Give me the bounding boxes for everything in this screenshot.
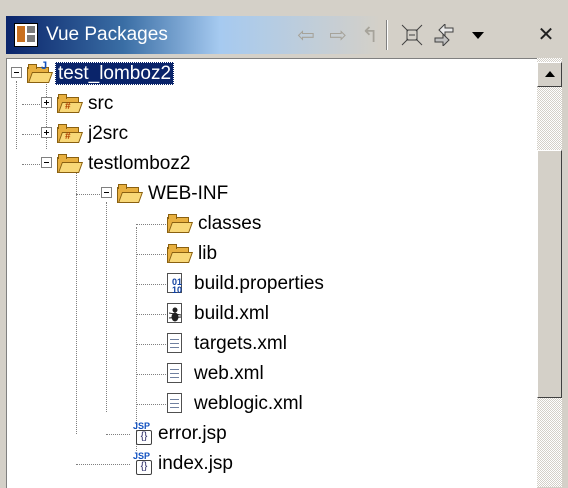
folder-icon: [167, 243, 194, 265]
scroll-up-button[interactable]: [537, 62, 562, 87]
scroll-thumb[interactable]: [537, 150, 562, 398]
tree-item-label: index.jsp: [158, 453, 233, 474]
packages-view-icon: [14, 23, 38, 47]
tree-item-testlomboz2[interactable]: testlomboz2: [7, 149, 537, 179]
tree-item-project[interactable]: J test_lomboz2: [7, 59, 537, 89]
tree-item-web-inf[interactable]: WEB-INF: [7, 179, 537, 209]
tree-item-label: error.jsp: [158, 423, 227, 444]
tree-item-error-jsp[interactable]: JSP{} error.jsp: [7, 419, 537, 449]
tree-item-label: classes: [198, 213, 262, 234]
tree-item-targets-xml[interactable]: targets.xml: [7, 329, 537, 359]
tree-item-label: build.properties: [194, 273, 324, 294]
package-tree[interactable]: J test_lomboz2 # src # j2src testlomboz2…: [6, 58, 537, 488]
back-arrow-icon[interactable]: ⇦: [292, 20, 320, 50]
view-title: Vue Packages: [46, 24, 168, 45]
jsp-file-icon: JSP{}: [131, 451, 155, 475]
properties-file-icon: 01 10: [163, 273, 187, 295]
tree-item-index-jsp[interactable]: JSP{} index.jsp: [7, 449, 537, 479]
tree-item-label: build.xml: [194, 303, 269, 324]
folder-icon: [117, 183, 144, 205]
vertical-scrollbar[interactable]: [537, 58, 562, 487]
tree-item-classes[interactable]: classes: [7, 209, 537, 239]
xml-file-icon: [163, 363, 187, 385]
collapse-toggle[interactable]: [41, 157, 52, 168]
tree-item-src[interactable]: # src: [7, 89, 537, 119]
tree-item-build-properties[interactable]: 01 10 build.properties: [7, 269, 537, 299]
view-title-bar: Vue Packages ⇦ ⇨ ↰ ✕: [6, 16, 562, 54]
tree-item-label: WEB-INF: [148, 183, 229, 204]
source-folder-icon: #: [57, 93, 84, 115]
tree-item-j2src[interactable]: # j2src: [7, 119, 537, 149]
tree-item-label: weblogic.xml: [194, 393, 303, 414]
expand-toggle[interactable]: [41, 97, 52, 108]
tree-item-label: j2src: [88, 123, 129, 144]
up-arrow-icon[interactable]: ↰: [356, 20, 384, 50]
tree-item-label: targets.xml: [194, 333, 287, 354]
folder-icon: [57, 153, 84, 175]
close-icon[interactable]: ✕: [532, 20, 560, 50]
tree-item-label: lib: [198, 243, 218, 264]
tree-item-label: testlomboz2: [88, 153, 191, 174]
tree-item-weblogic-xml[interactable]: weblogic.xml: [7, 389, 537, 419]
tree-item-label: test_lomboz2: [55, 62, 175, 85]
tree-item-label: src: [88, 93, 114, 114]
xml-file-icon: [163, 393, 187, 415]
expand-toggle[interactable]: [41, 127, 52, 138]
tree-item-label: web.xml: [194, 363, 264, 384]
toolbar-separator: [386, 20, 388, 50]
view-menu-down-icon[interactable]: [464, 20, 492, 50]
jsp-file-icon: JSP{}: [131, 421, 155, 445]
ant-build-file-icon: [163, 303, 187, 325]
link-with-editor-icon[interactable]: [430, 20, 458, 50]
collapse-toggle[interactable]: [11, 67, 22, 78]
project-folder-icon: J: [27, 60, 54, 85]
xml-file-icon: [163, 333, 187, 355]
tree-item-lib[interactable]: lib: [7, 239, 537, 269]
forward-arrow-icon[interactable]: ⇨: [324, 20, 352, 50]
tree-item-web-xml[interactable]: web.xml: [7, 359, 537, 389]
package-explorer-view: Vue Packages ⇦ ⇨ ↰ ✕ J test_lomboz2 # sr…: [0, 0, 568, 488]
collapse-toggle[interactable]: [101, 187, 112, 198]
source-folder-icon: #: [57, 123, 84, 145]
folder-icon: [167, 213, 194, 235]
collapse-all-icon[interactable]: [398, 20, 426, 50]
tree-item-build-xml[interactable]: build.xml: [7, 299, 537, 329]
